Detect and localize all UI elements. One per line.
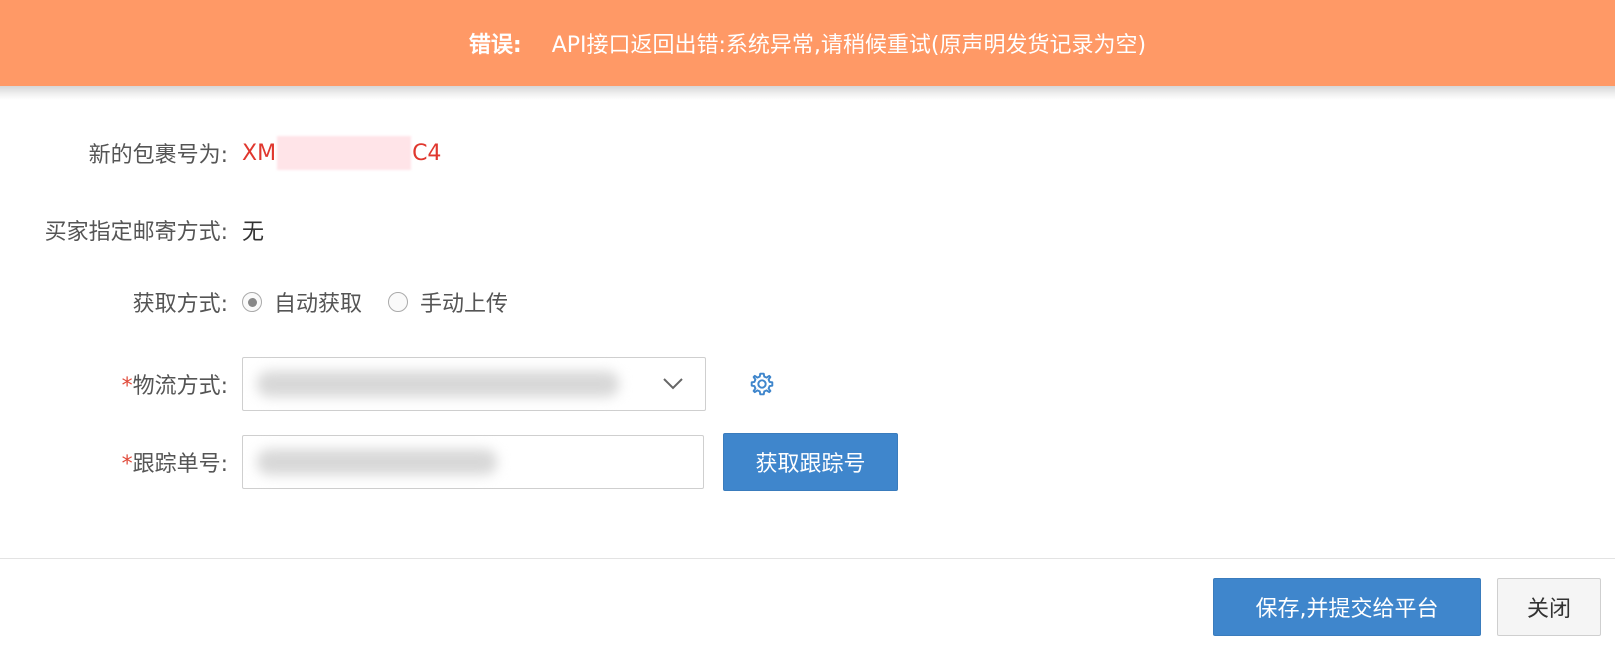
- radio-auto-fetch[interactable]: 自动获取: [242, 286, 362, 318]
- logistics-label-wrap: *物流方式:: [0, 368, 228, 400]
- logistics-select[interactable]: [242, 357, 706, 411]
- required-mark: *: [121, 374, 133, 399]
- tracking-number-input[interactable]: [242, 435, 704, 489]
- error-label: 错误:: [468, 33, 522, 58]
- fetch-method-radio-group: 自动获取 手动上传: [242, 286, 534, 318]
- error-banner: 错误: API接口返回出错:系统异常,请稍候重试(原声明发货记录为空): [0, 0, 1615, 86]
- package-number-label: 新的包裹号为:: [88, 143, 228, 168]
- banner-shadow: [0, 86, 1615, 100]
- radio-unchecked-icon[interactable]: [388, 292, 409, 312]
- redacted-selected-value: [257, 371, 619, 397]
- redacted-tracking-value: [257, 449, 497, 475]
- get-tracking-number-button[interactable]: 获取跟踪号: [723, 433, 898, 491]
- save-and-submit-button[interactable]: 保存,并提交给平台: [1213, 578, 1481, 636]
- chevron-down-icon: [663, 378, 683, 390]
- fetch-method-label: 获取方式:: [132, 292, 228, 317]
- radio-manual-upload[interactable]: 手动上传: [388, 286, 508, 318]
- tracking-label-wrap: *跟踪单号:: [0, 446, 228, 478]
- required-mark: *: [121, 452, 133, 477]
- logistics-row: *物流方式:: [0, 356, 776, 412]
- fetch-method-row: 获取方式: 自动获取 手动上传: [0, 282, 534, 322]
- error-message: API接口返回出错:系统异常,请稍候重试(原声明发货记录为空): [551, 33, 1147, 58]
- package-number-value: XM C4: [242, 136, 441, 170]
- logistics-settings-button[interactable]: [748, 370, 776, 398]
- footer-divider: [0, 558, 1615, 559]
- buyer-shipping-label: 买家指定邮寄方式:: [44, 220, 228, 245]
- package-number-prefix: XM: [242, 140, 277, 166]
- radio-manual-upload-label: 手动上传: [420, 292, 509, 317]
- radio-checked-icon[interactable]: [242, 292, 262, 312]
- package-number-row: 新的包裹号为: XM C4: [0, 133, 441, 173]
- tracking-row: *跟踪单号: 获取跟踪号: [0, 433, 898, 491]
- gear-icon: [750, 372, 774, 396]
- package-number-suffix: C4: [412, 140, 442, 166]
- radio-auto-fetch-label: 自动获取: [274, 292, 363, 317]
- logistics-label: 物流方式:: [132, 374, 228, 399]
- buyer-shipping-row: 买家指定邮寄方式: 无: [0, 210, 264, 250]
- close-button[interactable]: 关闭: [1497, 578, 1601, 636]
- tracking-label: 跟踪单号:: [132, 452, 228, 477]
- redacted-mask: [277, 136, 412, 170]
- buyer-shipping-value: 无: [242, 220, 265, 245]
